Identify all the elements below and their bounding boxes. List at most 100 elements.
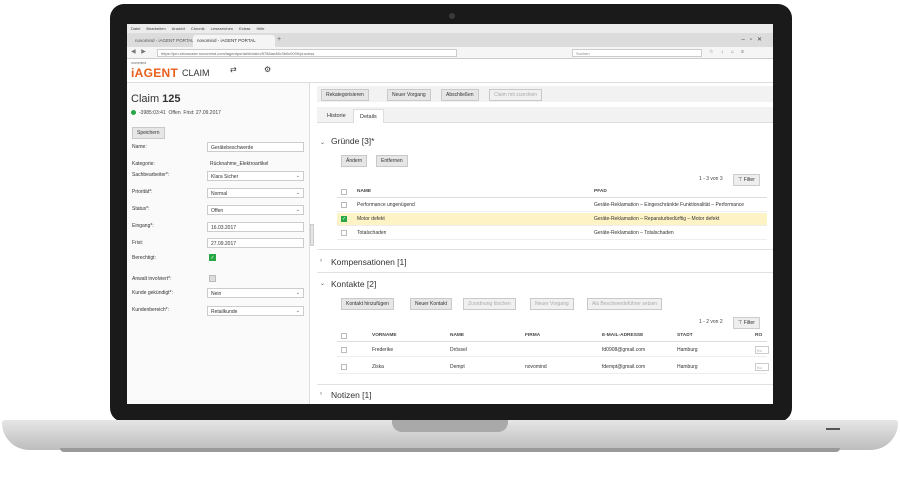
contact-new-process-button[interactable]: Neuer Vorgang [530, 298, 574, 310]
col-email[interactable]: E-MAIL-ADRESSE [602, 333, 643, 338]
edit-reason-button[interactable]: Ändern [341, 155, 368, 167]
screen: Datei Bearbeiten Ansicht Chronik Lesezei… [127, 24, 773, 404]
contact-company: novomind [525, 364, 547, 370]
col-path[interactable]: PFAD [594, 189, 607, 194]
status-select[interactable]: Offen ⌄ [207, 205, 304, 215]
refresh-icon[interactable]: ⇄ [230, 65, 237, 74]
col-lastname[interactable]: NAME [450, 333, 464, 338]
priority-label: Priorität*: [132, 189, 153, 195]
new-process-button[interactable]: Neuer Vorgang [387, 89, 431, 101]
table-row[interactable]: Frederike Drössel fd0908@gmail.com Hambu… [337, 344, 767, 357]
row-checkbox[interactable]: ✓ [341, 216, 347, 222]
col-company[interactable]: FIRMA [525, 333, 540, 338]
divider [317, 272, 773, 273]
col-name[interactable]: NAME [357, 189, 371, 194]
menu-view[interactable]: Ansicht [172, 26, 185, 31]
save-button[interactable]: Speichern [132, 127, 165, 139]
col-role[interactable]: RO [755, 333, 762, 338]
due-input[interactable]: 27.09.2017 [207, 238, 304, 248]
laptop-notch [392, 420, 508, 432]
assign-claim-button[interactable]: Claim mit zuordnen [489, 89, 543, 101]
brand-module: CLAIM [182, 68, 210, 78]
agent-select[interactable]: Klara Sicher ⌄ [207, 171, 304, 181]
url-input[interactable]: https://pm-showcase.novomind.com/iagentp… [157, 49, 457, 57]
row-checkbox[interactable] [341, 230, 347, 236]
browser-search-input[interactable]: Suchen [572, 49, 702, 57]
contact-firstname: Frederike [372, 347, 394, 353]
contacts-count: 1 - 2 von 2 [699, 319, 723, 325]
brand-company: novomind [131, 61, 147, 65]
set-complainant-button[interactable]: Als Beschwerdeführer setzen [587, 298, 663, 310]
status-label: Status*: [132, 206, 150, 212]
browser-urlbar: ◀ ▶ https://pm-showcase.novomind.com/iag… [127, 47, 773, 59]
role-input[interactable]: Ku [755, 363, 769, 371]
cancelled-select[interactable]: Nein ⌄ [207, 288, 304, 298]
table-row[interactable]: ✓ Motor defekt Geräte-Reklamation – Repa… [337, 213, 767, 226]
menu-bookmarks[interactable]: Lesezeichen [211, 26, 233, 31]
row-checkbox[interactable] [341, 202, 347, 208]
webcam-icon [449, 13, 455, 19]
menu-file[interactable]: Datei [131, 26, 140, 31]
claim-status-line: -3985:03:41 Offen Frist: 27.09.2017 [131, 110, 221, 116]
select-all-checkbox[interactable] [341, 189, 347, 195]
panel-splitter[interactable] [310, 224, 314, 246]
user-settings-icon[interactable]: ⚙ [264, 65, 271, 74]
segment-select[interactable]: Retailkunde ⌄ [207, 306, 304, 316]
menu-history[interactable]: Chronik [191, 26, 205, 31]
tab-details[interactable]: Details [353, 109, 384, 123]
claim-actionbar: Rekategorisieren Neuer Vorgang Abschließ… [317, 86, 773, 102]
reasons-section-title[interactable]: Gründe [3]* [331, 136, 374, 146]
reasons-count: 1 - 3 von 3 [699, 176, 723, 182]
justified-label: Berechtigt: [132, 255, 156, 261]
received-input[interactable]: 16.03.2017 [207, 222, 304, 232]
chevron-down-icon[interactable]: ⌄ [320, 280, 325, 287]
laptop-foot [60, 448, 840, 452]
tab-history[interactable]: Historie [321, 109, 352, 123]
menu-tools[interactable]: Extras [239, 26, 250, 31]
contact-firstname: Ziska [372, 364, 384, 370]
close-claim-button[interactable]: Abschließen [441, 89, 479, 101]
reason-name: Performance ungenügend [357, 202, 415, 208]
chevron-right-icon[interactable]: › [320, 258, 322, 264]
browser-tab-2[interactable]: novomind - iAGENT PORTAL [193, 35, 275, 47]
chevron-down-icon[interactable]: ⌄ [320, 139, 325, 146]
menu-help[interactable]: Hilfe [256, 26, 264, 31]
browser-tab-1[interactable]: novomind - iAGENT PORTAL [131, 35, 193, 47]
remove-reason-button[interactable]: Entfernen [376, 155, 408, 167]
chevron-down-icon: ⌄ [295, 190, 300, 196]
table-row[interactable]: Performance ungenügend Geräte-Reklamatio… [337, 199, 767, 212]
table-row[interactable]: Totalschaden Geräte-Reklamation – Totals… [337, 227, 767, 240]
add-contact-button[interactable]: Kontakt hinzufügen [341, 298, 394, 310]
chevron-right-icon[interactable]: › [320, 391, 322, 397]
window-controls[interactable]: –▫✕ [742, 36, 768, 43]
compensations-section-title[interactable]: Kompensationen [1] [331, 257, 407, 267]
col-city[interactable]: STADT [677, 333, 693, 338]
contact-city: Hamburg [677, 347, 698, 353]
justified-checkbox[interactable]: ✓ [209, 254, 216, 261]
select-all-checkbox[interactable] [341, 333, 347, 339]
new-contact-button[interactable]: Neuer Kontakt [410, 298, 452, 310]
claim-title: Claim 125 [131, 93, 181, 105]
lawyer-label: Anwalt involviert*: [132, 276, 172, 282]
contacts-filter-button[interactable]: ⊤ Filter [733, 317, 760, 329]
priority-select[interactable]: Normal ⌄ [207, 188, 304, 198]
back-forward-icon[interactable]: ◀ ▶ [131, 48, 148, 55]
contacts-section-title[interactable]: Kontakte [2] [331, 279, 376, 289]
cancelled-label: Kunde gekündigt*: [132, 290, 173, 296]
name-input[interactable]: Gerätebeschwerde [207, 142, 304, 152]
browser-toolbar-icons[interactable]: ☆ ↓ ⌂ ≡ [709, 49, 747, 55]
row-checkbox[interactable] [341, 364, 347, 370]
table-row[interactable]: Ziska Dempt novomind fdempt@gmail.com Ha… [337, 361, 767, 374]
col-firstname[interactable]: VORNAME [372, 333, 397, 338]
reasons-filter-button[interactable]: ⊤ Filter [733, 174, 760, 186]
recategorize-button[interactable]: Rekategorisieren [321, 89, 369, 101]
new-tab-icon[interactable]: + [277, 36, 281, 43]
row-checkbox[interactable] [341, 347, 347, 353]
agent-label: Sachbearbeiter*: [132, 172, 170, 178]
app-header: novomind iAGENT CLAIM ⇄ ⚙ [127, 59, 773, 83]
menu-edit[interactable]: Bearbeiten [146, 26, 165, 31]
delete-assignment-button[interactable]: Zuordnung löschen [463, 298, 516, 310]
lawyer-checkbox[interactable] [209, 275, 216, 282]
role-input[interactable]: Ku [755, 346, 769, 354]
notes-section-title[interactable]: Notizen [1] [331, 390, 372, 400]
